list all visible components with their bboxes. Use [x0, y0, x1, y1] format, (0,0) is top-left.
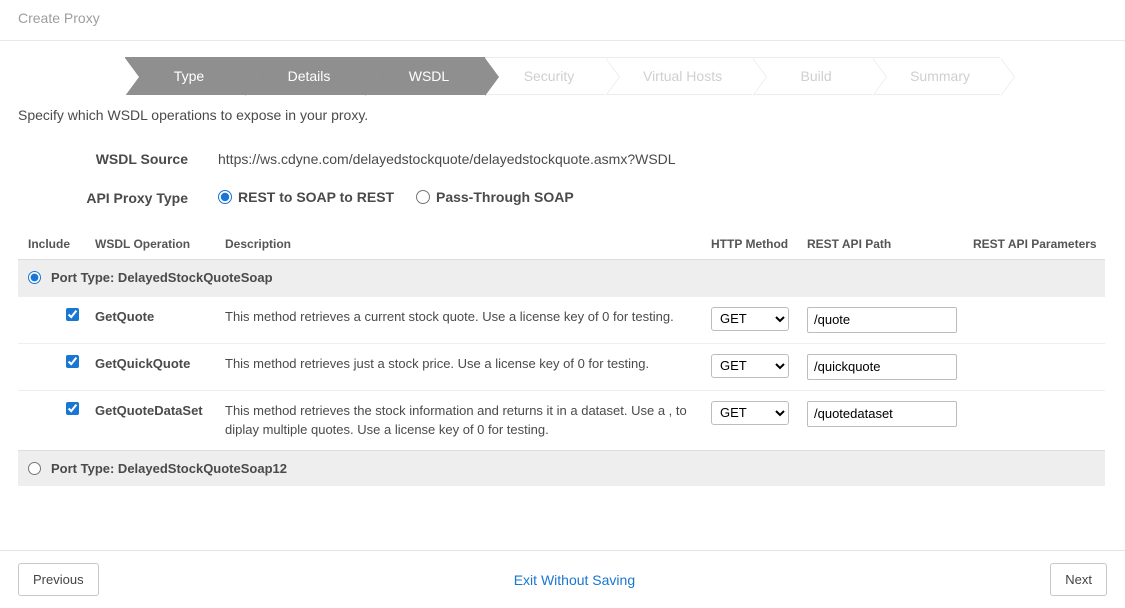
th-description: Description	[217, 229, 703, 260]
th-params: REST API Parameters	[965, 229, 1105, 260]
wizard-step-label: Build	[801, 68, 832, 84]
th-method: HTTP Method	[703, 229, 799, 260]
wizard-step-build[interactable]: Build	[752, 57, 872, 95]
rest-path-input[interactable]	[807, 307, 957, 333]
wizard-step-wsdl[interactable]: WSDL	[365, 57, 485, 95]
rest-path-input[interactable]	[807, 401, 957, 427]
operation-row: GetQuoteDataSetThis method retrieves the…	[18, 390, 1105, 450]
wizard-step-details[interactable]: Details	[245, 57, 365, 95]
wizard-step-type[interactable]: Type	[125, 57, 245, 95]
operation-description: This method retrieves a current stock qu…	[217, 296, 703, 343]
proxy-type-rest-option[interactable]: REST to SOAP to REST	[218, 189, 394, 205]
rest-params-cell	[965, 390, 1105, 450]
wizard-steps: Type Details WSDL Security Virtual Hosts Buil…	[18, 41, 1107, 105]
api-proxy-type-radios: REST to SOAP to REST Pass-Through SOAP	[218, 189, 1105, 207]
include-checkbox[interactable]	[66, 402, 79, 415]
operation-name: GetQuickQuote	[87, 343, 217, 390]
wizard-body-scroll[interactable]: Specify which WSDL operations to expose …	[18, 105, 1107, 559]
operation-description: This method retrieves the stock informat…	[217, 390, 703, 450]
wsdl-source-value: https://ws.cdyne.com/delayedstockquote/d…	[218, 151, 1105, 167]
port-type-row[interactable]: Port Type: DelayedStockQuoteSoap12	[18, 450, 1105, 486]
wsdl-source-row: WSDL Source https://ws.cdyne.com/delayed…	[18, 151, 1105, 167]
port-type-radio[interactable]	[28, 271, 41, 284]
port-type-label: Port Type: DelayedStockQuoteSoap	[51, 270, 273, 285]
th-include: Include	[18, 229, 87, 260]
rest-params-cell	[965, 343, 1105, 390]
previous-button[interactable]: Previous	[18, 563, 99, 596]
th-operation: WSDL Operation	[87, 229, 217, 260]
proxy-type-passthrough-radio[interactable]	[416, 190, 430, 204]
proxy-type-rest-radio[interactable]	[218, 190, 232, 204]
operation-row: GetQuickQuoteThis method retrieves just …	[18, 343, 1105, 390]
wizard-footer: Previous Exit Without Saving Next	[0, 550, 1125, 608]
rest-params-cell	[965, 296, 1105, 343]
operation-name: GetQuoteDataSet	[87, 390, 217, 450]
port-type-label: Port Type: DelayedStockQuoteSoap12	[51, 461, 287, 476]
operation-name: GetQuote	[87, 296, 217, 343]
wizard-step-security[interactable]: Security	[485, 57, 605, 95]
include-checkbox[interactable]	[66, 308, 79, 321]
rest-path-input[interactable]	[807, 354, 957, 380]
port-type-radio[interactable]	[28, 462, 41, 475]
proxy-type-passthrough-option[interactable]: Pass-Through SOAP	[416, 189, 574, 205]
wizard-instruction: Specify which WSDL operations to expose …	[18, 105, 1105, 151]
page-title: Create Proxy	[0, 0, 1125, 41]
wizard-step-summary[interactable]: Summary	[872, 57, 1000, 95]
http-method-select[interactable]: GETPOSTPUTDELETEPATCH	[711, 401, 789, 425]
wizard-step-label: WSDL	[409, 68, 449, 84]
operation-row: GetQuoteThis method retrieves a current …	[18, 296, 1105, 343]
proxy-type-rest-label: REST to SOAP to REST	[238, 189, 394, 205]
th-path: REST API Path	[799, 229, 965, 260]
http-method-select[interactable]: GETPOSTPUTDELETEPATCH	[711, 307, 789, 331]
exit-without-saving-link[interactable]: Exit Without Saving	[99, 572, 1051, 588]
wizard-step-label: Details	[288, 68, 331, 84]
operations-table: Include WSDL Operation Description HTTP …	[18, 229, 1105, 486]
wizard-step-virtual-hosts[interactable]: Virtual Hosts	[605, 57, 752, 95]
wsdl-source-label: WSDL Source	[18, 151, 218, 167]
api-proxy-type-row: API Proxy Type REST to SOAP to REST Pass…	[18, 189, 1105, 207]
api-proxy-type-label: API Proxy Type	[18, 190, 218, 206]
include-checkbox[interactable]	[66, 355, 79, 368]
wizard-step-label: Security	[524, 68, 575, 84]
wizard-step-label: Type	[174, 68, 204, 84]
proxy-type-passthrough-label: Pass-Through SOAP	[436, 189, 574, 205]
port-type-row[interactable]: Port Type: DelayedStockQuoteSoap	[18, 260, 1105, 297]
wizard-step-label: Summary	[910, 68, 970, 84]
operation-description: This method retrieves just a stock price…	[217, 343, 703, 390]
http-method-select[interactable]: GETPOSTPUTDELETEPATCH	[711, 354, 789, 378]
wizard-step-label: Virtual Hosts	[643, 68, 722, 84]
next-button[interactable]: Next	[1050, 563, 1107, 596]
